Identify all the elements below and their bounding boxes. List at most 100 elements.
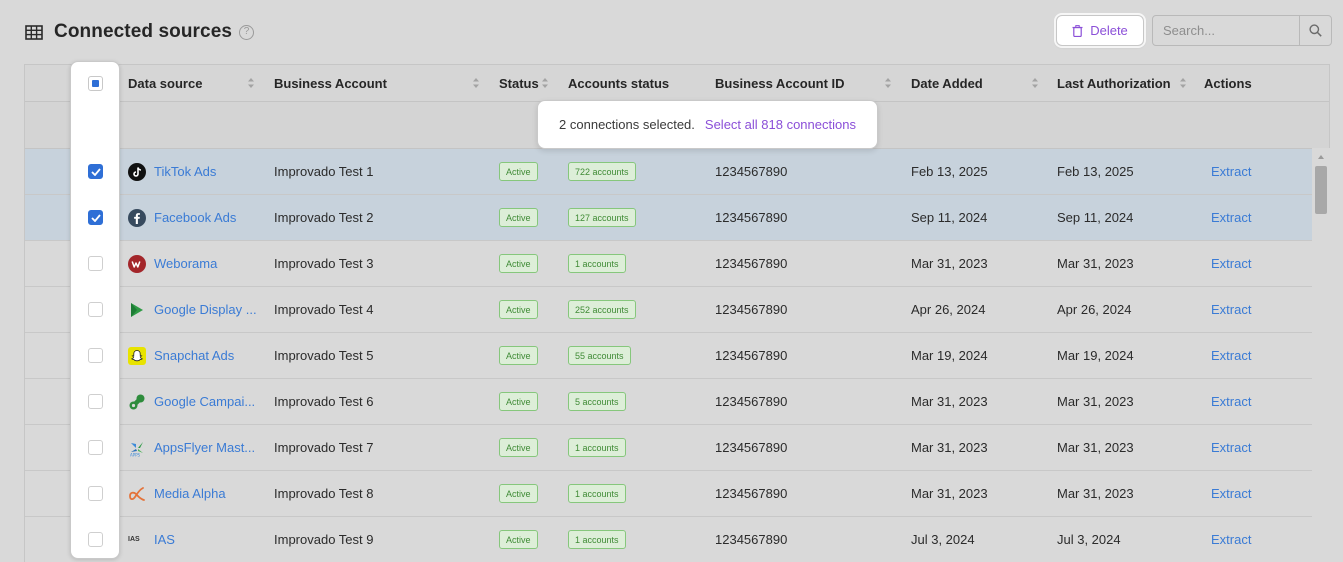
table-row[interactable]: Media Alpha Improvado Test 8 Active 1 accou… bbox=[25, 471, 1313, 517]
column-header-data-source[interactable]: Data source bbox=[128, 65, 202, 102]
sort-icon[interactable] bbox=[1031, 77, 1039, 89]
accounts-status-badge-cell: 1 accounts bbox=[568, 471, 626, 516]
extract-link[interactable]: Extract bbox=[1211, 164, 1251, 179]
appsflyer-icon: APPS bbox=[128, 439, 146, 457]
status-badge: Active bbox=[499, 484, 538, 503]
data-source-link[interactable]: IAS bbox=[154, 532, 175, 547]
last-authorization-cell: Mar 31, 2023 bbox=[1057, 425, 1134, 470]
column-header-business-account-id[interactable]: Business Account ID bbox=[715, 65, 845, 102]
date-added: Mar 19, 2024 bbox=[911, 348, 988, 363]
data-source-link[interactable]: Google Display ... bbox=[154, 302, 257, 317]
data-source-link[interactable]: TikTok Ads bbox=[154, 164, 216, 179]
scroll-thumb[interactable] bbox=[1315, 166, 1327, 214]
status-badge: Active bbox=[499, 300, 538, 319]
extract-link[interactable]: Extract bbox=[1211, 302, 1251, 317]
extract-link[interactable]: Extract bbox=[1211, 532, 1251, 547]
business-account-cell: Improvado Test 1 bbox=[274, 149, 373, 194]
business-account: Improvado Test 4 bbox=[274, 302, 374, 317]
last-authorization-cell: Mar 31, 2023 bbox=[1057, 379, 1134, 424]
row-checkbox[interactable] bbox=[88, 256, 103, 271]
last-authorization: Mar 31, 2023 bbox=[1057, 256, 1134, 271]
table-row[interactable]: Google Display ... Improvado Test 4 Active… bbox=[25, 287, 1313, 333]
trash-icon bbox=[1072, 24, 1083, 37]
business-account-cell: Improvado Test 2 bbox=[274, 195, 373, 240]
select-all-checkbox[interactable] bbox=[88, 76, 103, 91]
business-account-cell: Improvado Test 6 bbox=[274, 379, 373, 424]
sort-icon[interactable] bbox=[541, 77, 549, 89]
row-checkbox[interactable] bbox=[88, 486, 103, 501]
extract-link[interactable]: Extract bbox=[1211, 486, 1251, 501]
business-account: Improvado Test 1 bbox=[274, 164, 374, 179]
column-header-status[interactable]: Status bbox=[499, 65, 539, 102]
last-authorization-cell: Mar 31, 2023 bbox=[1057, 241, 1134, 286]
extract-link[interactable]: Extract bbox=[1211, 210, 1251, 225]
help-icon[interactable]: ? bbox=[239, 24, 255, 40]
table-row[interactable]: Google Campai... Improvado Test 6 Active 5 … bbox=[25, 379, 1313, 425]
table-row[interactable]: TikTok Ads Improvado Test 1 Active 722 acco… bbox=[25, 149, 1313, 195]
status-badge: Active bbox=[499, 254, 538, 273]
business-account-id-cell: 1234567890 bbox=[715, 241, 787, 286]
data-source-cell: IAS IAS bbox=[128, 517, 268, 562]
status-badge: Active bbox=[499, 530, 538, 549]
date-added-cell: Mar 31, 2023 bbox=[911, 471, 988, 516]
search-button[interactable] bbox=[1299, 16, 1331, 45]
row-checkbox[interactable] bbox=[88, 394, 103, 409]
title-group: Connected sources ? bbox=[25, 18, 255, 46]
accounts-status-badge-cell: 1 accounts bbox=[568, 517, 626, 562]
table-row[interactable]: Facebook Ads Improvado Test 2 Active 127 ac… bbox=[25, 195, 1313, 241]
last-authorization-cell: Jul 3, 2024 bbox=[1057, 517, 1121, 562]
table-row[interactable]: Snapchat Ads Improvado Test 5 Active 55 acc… bbox=[25, 333, 1313, 379]
last-authorization: Jul 3, 2024 bbox=[1057, 532, 1121, 547]
select-all-link[interactable]: Select all 818 connections bbox=[705, 117, 856, 132]
search-box bbox=[1152, 15, 1332, 46]
sort-icon[interactable] bbox=[884, 77, 892, 89]
column-header-accounts-status[interactable]: Accounts status bbox=[568, 65, 669, 102]
data-source-link[interactable]: Facebook Ads bbox=[154, 210, 236, 225]
business-account-id-cell: 1234567890 bbox=[715, 287, 787, 332]
sort-icon[interactable] bbox=[247, 77, 255, 89]
row-checkbox[interactable] bbox=[88, 302, 103, 317]
data-source-link[interactable]: Snapchat Ads bbox=[154, 348, 234, 363]
business-account-id: 1234567890 bbox=[715, 302, 788, 317]
column-header-date-added[interactable]: Date Added bbox=[911, 65, 983, 102]
vertical-scrollbar[interactable] bbox=[1312, 148, 1330, 562]
sort-icon[interactable] bbox=[472, 77, 480, 89]
data-source-link[interactable]: Google Campai... bbox=[154, 394, 255, 409]
scroll-up-arrow-icon[interactable] bbox=[1317, 154, 1325, 160]
column-header-business-account[interactable]: Business Account bbox=[274, 65, 387, 102]
extract-link-cell: Extract bbox=[1211, 195, 1251, 240]
status-badge: Active bbox=[499, 208, 538, 227]
row-checkbox[interactable] bbox=[88, 532, 103, 547]
data-source-link[interactable]: Media Alpha bbox=[154, 486, 226, 501]
business-account-id: 1234567890 bbox=[715, 486, 788, 501]
last-authorization: Mar 31, 2023 bbox=[1057, 486, 1134, 501]
search-input[interactable] bbox=[1153, 16, 1299, 45]
sort-icon[interactable] bbox=[1179, 77, 1187, 89]
column-header-actions: Actions bbox=[1204, 76, 1252, 91]
row-checkbox[interactable] bbox=[88, 440, 103, 455]
accounts-status-badge: 5 accounts bbox=[568, 392, 626, 411]
extract-link[interactable]: Extract bbox=[1211, 256, 1251, 271]
extract-link[interactable]: Extract bbox=[1211, 348, 1251, 363]
table-row[interactable]: Weborama Improvado Test 3 Active 1 accounts… bbox=[25, 241, 1313, 287]
row-checkbox[interactable] bbox=[88, 164, 103, 179]
data-source-link[interactable]: AppsFlyer Mast... bbox=[154, 440, 255, 455]
data-source-link[interactable]: Weborama bbox=[154, 256, 217, 271]
row-checkbox[interactable] bbox=[88, 210, 103, 225]
data-source-cell: Weborama bbox=[128, 241, 268, 286]
table-row[interactable]: APPS AppsFlyer Mast... Improvado Test 7 Act… bbox=[25, 425, 1313, 471]
row-checkbox[interactable] bbox=[88, 348, 103, 363]
status-badge-cell: Active bbox=[499, 195, 538, 240]
status-badge-cell: Active bbox=[499, 333, 538, 378]
delete-button[interactable]: Delete bbox=[1056, 15, 1144, 46]
table-row[interactable]: IAS IAS Improvado Test 9 Active 1 accounts 12… bbox=[25, 517, 1313, 562]
status-badge-cell: Active bbox=[499, 149, 538, 194]
business-account-id-cell: 1234567890 bbox=[715, 379, 787, 424]
status-badge-cell: Active bbox=[499, 241, 538, 286]
extract-link[interactable]: Extract bbox=[1211, 440, 1251, 455]
column-header-last-authorization[interactable]: Last Authorization bbox=[1057, 65, 1171, 102]
business-account: Improvado Test 2 bbox=[274, 210, 374, 225]
date-added-cell: Mar 19, 2024 bbox=[911, 333, 988, 378]
extract-link[interactable]: Extract bbox=[1211, 394, 1251, 409]
date-added-cell: Sep 11, 2024 bbox=[911, 195, 987, 240]
